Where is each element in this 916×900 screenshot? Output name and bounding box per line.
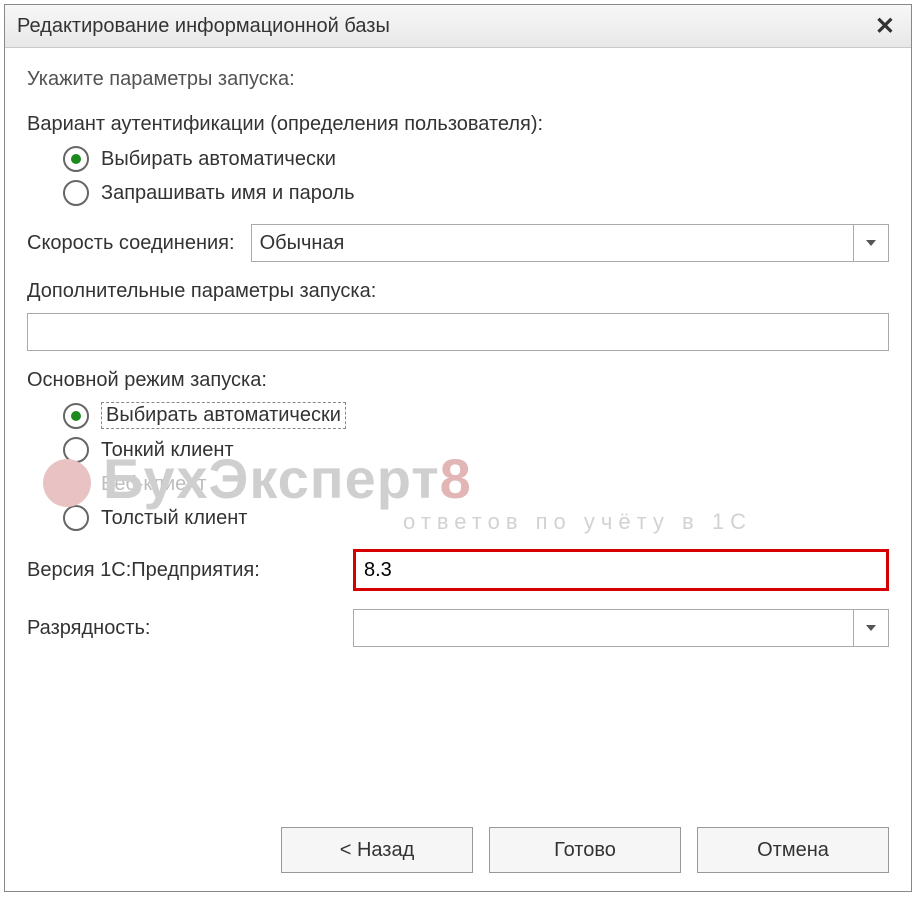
extra-params-input[interactable] — [27, 313, 889, 351]
radio-icon — [63, 437, 89, 463]
mode-group-label: Основной режим запуска: — [27, 369, 889, 392]
radio-label: Веб-клиент — [101, 473, 207, 496]
footer-buttons: < Назад Готово Отмена — [281, 827, 889, 873]
radio-label: Тонкий клиент — [101, 439, 234, 462]
version-label: Версия 1С:Предприятия: — [27, 559, 337, 582]
radio-icon — [63, 471, 89, 497]
bitness-row: Разрядность: — [27, 609, 889, 647]
radio-label: Запрашивать имя и пароль — [101, 182, 355, 205]
speed-label: Скорость соединения: — [27, 232, 235, 255]
radio-icon — [63, 403, 89, 429]
speed-select[interactable]: Обычная — [251, 224, 889, 262]
radio-label: Выбирать автоматически — [101, 148, 336, 171]
chevron-down-icon — [853, 225, 888, 261]
instruction-text: Укажите параметры запуска: — [27, 68, 889, 91]
version-input[interactable] — [353, 549, 889, 591]
version-row: Версия 1С:Предприятия: — [27, 549, 889, 591]
radio-icon — [63, 146, 89, 172]
mode-group: Основной режим запуска: Выбирать автомат… — [27, 369, 889, 531]
titlebar: Редактирование информационной базы ✕ — [5, 5, 911, 48]
mode-radio-auto[interactable]: Выбирать автоматически — [63, 402, 889, 429]
extra-group: Дополнительные параметры запуска: — [27, 280, 889, 351]
mode-radio-thin[interactable]: Тонкий клиент — [63, 437, 889, 463]
speed-row: Скорость соединения: Обычная — [27, 224, 889, 262]
auth-radio-auto[interactable]: Выбирать автоматически — [63, 146, 889, 172]
auth-group-label: Вариант аутентификации (определения поль… — [27, 113, 889, 136]
chevron-down-icon — [853, 610, 888, 646]
extra-label: Дополнительные параметры запуска: — [27, 280, 889, 303]
bitness-label: Разрядность: — [27, 617, 337, 640]
dialog-body: БухЭксперт8 ответов по учёту в 1С Укажит… — [5, 48, 911, 647]
auth-group: Вариант аутентификации (определения поль… — [27, 113, 889, 206]
window-title: Редактирование информационной базы — [17, 15, 390, 38]
close-button[interactable]: ✕ — [869, 10, 901, 43]
auth-radio-prompt[interactable]: Запрашивать имя и пароль — [63, 180, 889, 206]
mode-radio-web: Веб-клиент — [63, 471, 889, 497]
radio-label: Выбирать автоматически — [101, 402, 346, 429]
cancel-button[interactable]: Отмена — [697, 827, 889, 873]
finish-button[interactable]: Готово — [489, 827, 681, 873]
bitness-select[interactable] — [353, 609, 889, 647]
radio-label: Толстый клиент — [101, 507, 247, 530]
radio-icon — [63, 505, 89, 531]
dialog-window: Редактирование информационной базы ✕ Бух… — [4, 4, 912, 892]
mode-radio-thick[interactable]: Толстый клиент — [63, 505, 889, 531]
back-button[interactable]: < Назад — [281, 827, 473, 873]
radio-icon — [63, 180, 89, 206]
speed-value: Обычная — [260, 232, 345, 255]
